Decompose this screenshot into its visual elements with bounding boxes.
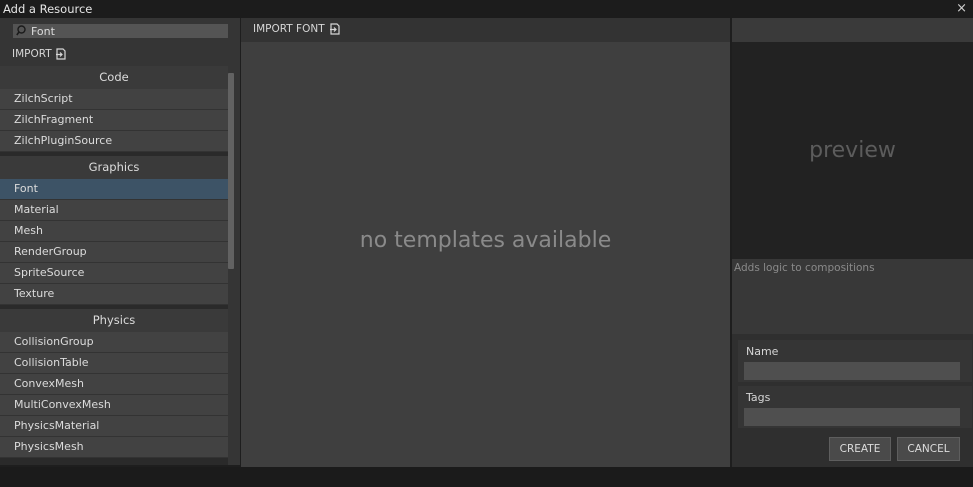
resource-type-item[interactable]: RenderGroup <box>0 242 228 263</box>
title-bar: Add a Resource × <box>0 0 973 18</box>
import-button[interactable]: IMPORT <box>12 47 67 61</box>
resource-type-item[interactable]: Texture <box>0 284 228 305</box>
template-panel-header: IMPORT FONT <box>241 18 730 42</box>
resource-type-item[interactable]: ZilchFragment <box>0 110 228 131</box>
tags-label: Tags <box>746 391 771 404</box>
resource-type-item[interactable]: MultiConvexMesh <box>0 395 228 416</box>
resource-type-item[interactable]: SpriteSource <box>0 263 228 284</box>
import-font-button[interactable]: IMPORT FONT <box>253 23 341 35</box>
preview-label: preview <box>809 138 896 163</box>
resource-type-item[interactable]: PhysicsMaterial <box>0 416 228 437</box>
template-panel: IMPORT FONT no templates available <box>241 18 730 467</box>
tags-field-block: Tags <box>738 386 972 428</box>
search-icon <box>16 25 26 36</box>
import-button-label: IMPORT <box>12 48 52 60</box>
import-icon <box>55 48 66 60</box>
resource-type-item[interactable]: Mesh <box>0 221 228 242</box>
resource-type-item[interactable]: CollisionTable <box>0 353 228 374</box>
list-scrollbar[interactable] <box>228 66 240 465</box>
preview-area: preview <box>732 42 973 259</box>
resource-type-panel: IMPORT CodeZilchScriptZilchFragmentZilch… <box>0 18 240 465</box>
resource-type-item[interactable]: ZilchPluginSource <box>0 131 228 152</box>
search-box[interactable] <box>13 24 228 38</box>
scrollbar-thumb[interactable] <box>228 73 234 269</box>
bottom-strip <box>0 467 973 487</box>
empty-templates-message: no templates available <box>359 228 612 253</box>
resource-type-item[interactable]: PhysicsMesh <box>0 437 228 458</box>
name-field[interactable] <box>744 362 960 380</box>
create-button[interactable]: CREATE <box>829 437 891 461</box>
category-header: Graphics <box>0 156 228 179</box>
resource-type-item[interactable]: ConvexMesh <box>0 374 228 395</box>
category-header: Code <box>0 66 228 89</box>
window-title: Add a Resource <box>3 2 93 16</box>
resource-type-item[interactable]: CollisionGroup <box>0 332 228 353</box>
import-font-label: IMPORT FONT <box>253 23 325 35</box>
name-label: Name <box>746 345 779 358</box>
details-panel: preview Adds logic to compositions Name … <box>732 18 973 467</box>
cancel-button[interactable]: CANCEL <box>897 437 960 461</box>
resource-description: Adds logic to compositions <box>732 259 973 334</box>
close-icon[interactable]: × <box>956 1 967 16</box>
search-input[interactable] <box>31 24 221 38</box>
resource-type-list: Code ZilchScript ZilchFragment ZilchPluginS… <box>0 66 228 465</box>
import-icon <box>329 23 340 35</box>
tags-field[interactable] <box>744 408 960 426</box>
resource-type-item[interactable]: Material <box>0 200 228 221</box>
resource-type-item[interactable]: ZilchScript <box>0 89 228 110</box>
name-field-block: Name <box>738 340 972 382</box>
details-panel-header <box>732 18 973 42</box>
resource-type-item[interactable]: Font <box>0 179 228 200</box>
category-header: Physics <box>0 309 228 332</box>
